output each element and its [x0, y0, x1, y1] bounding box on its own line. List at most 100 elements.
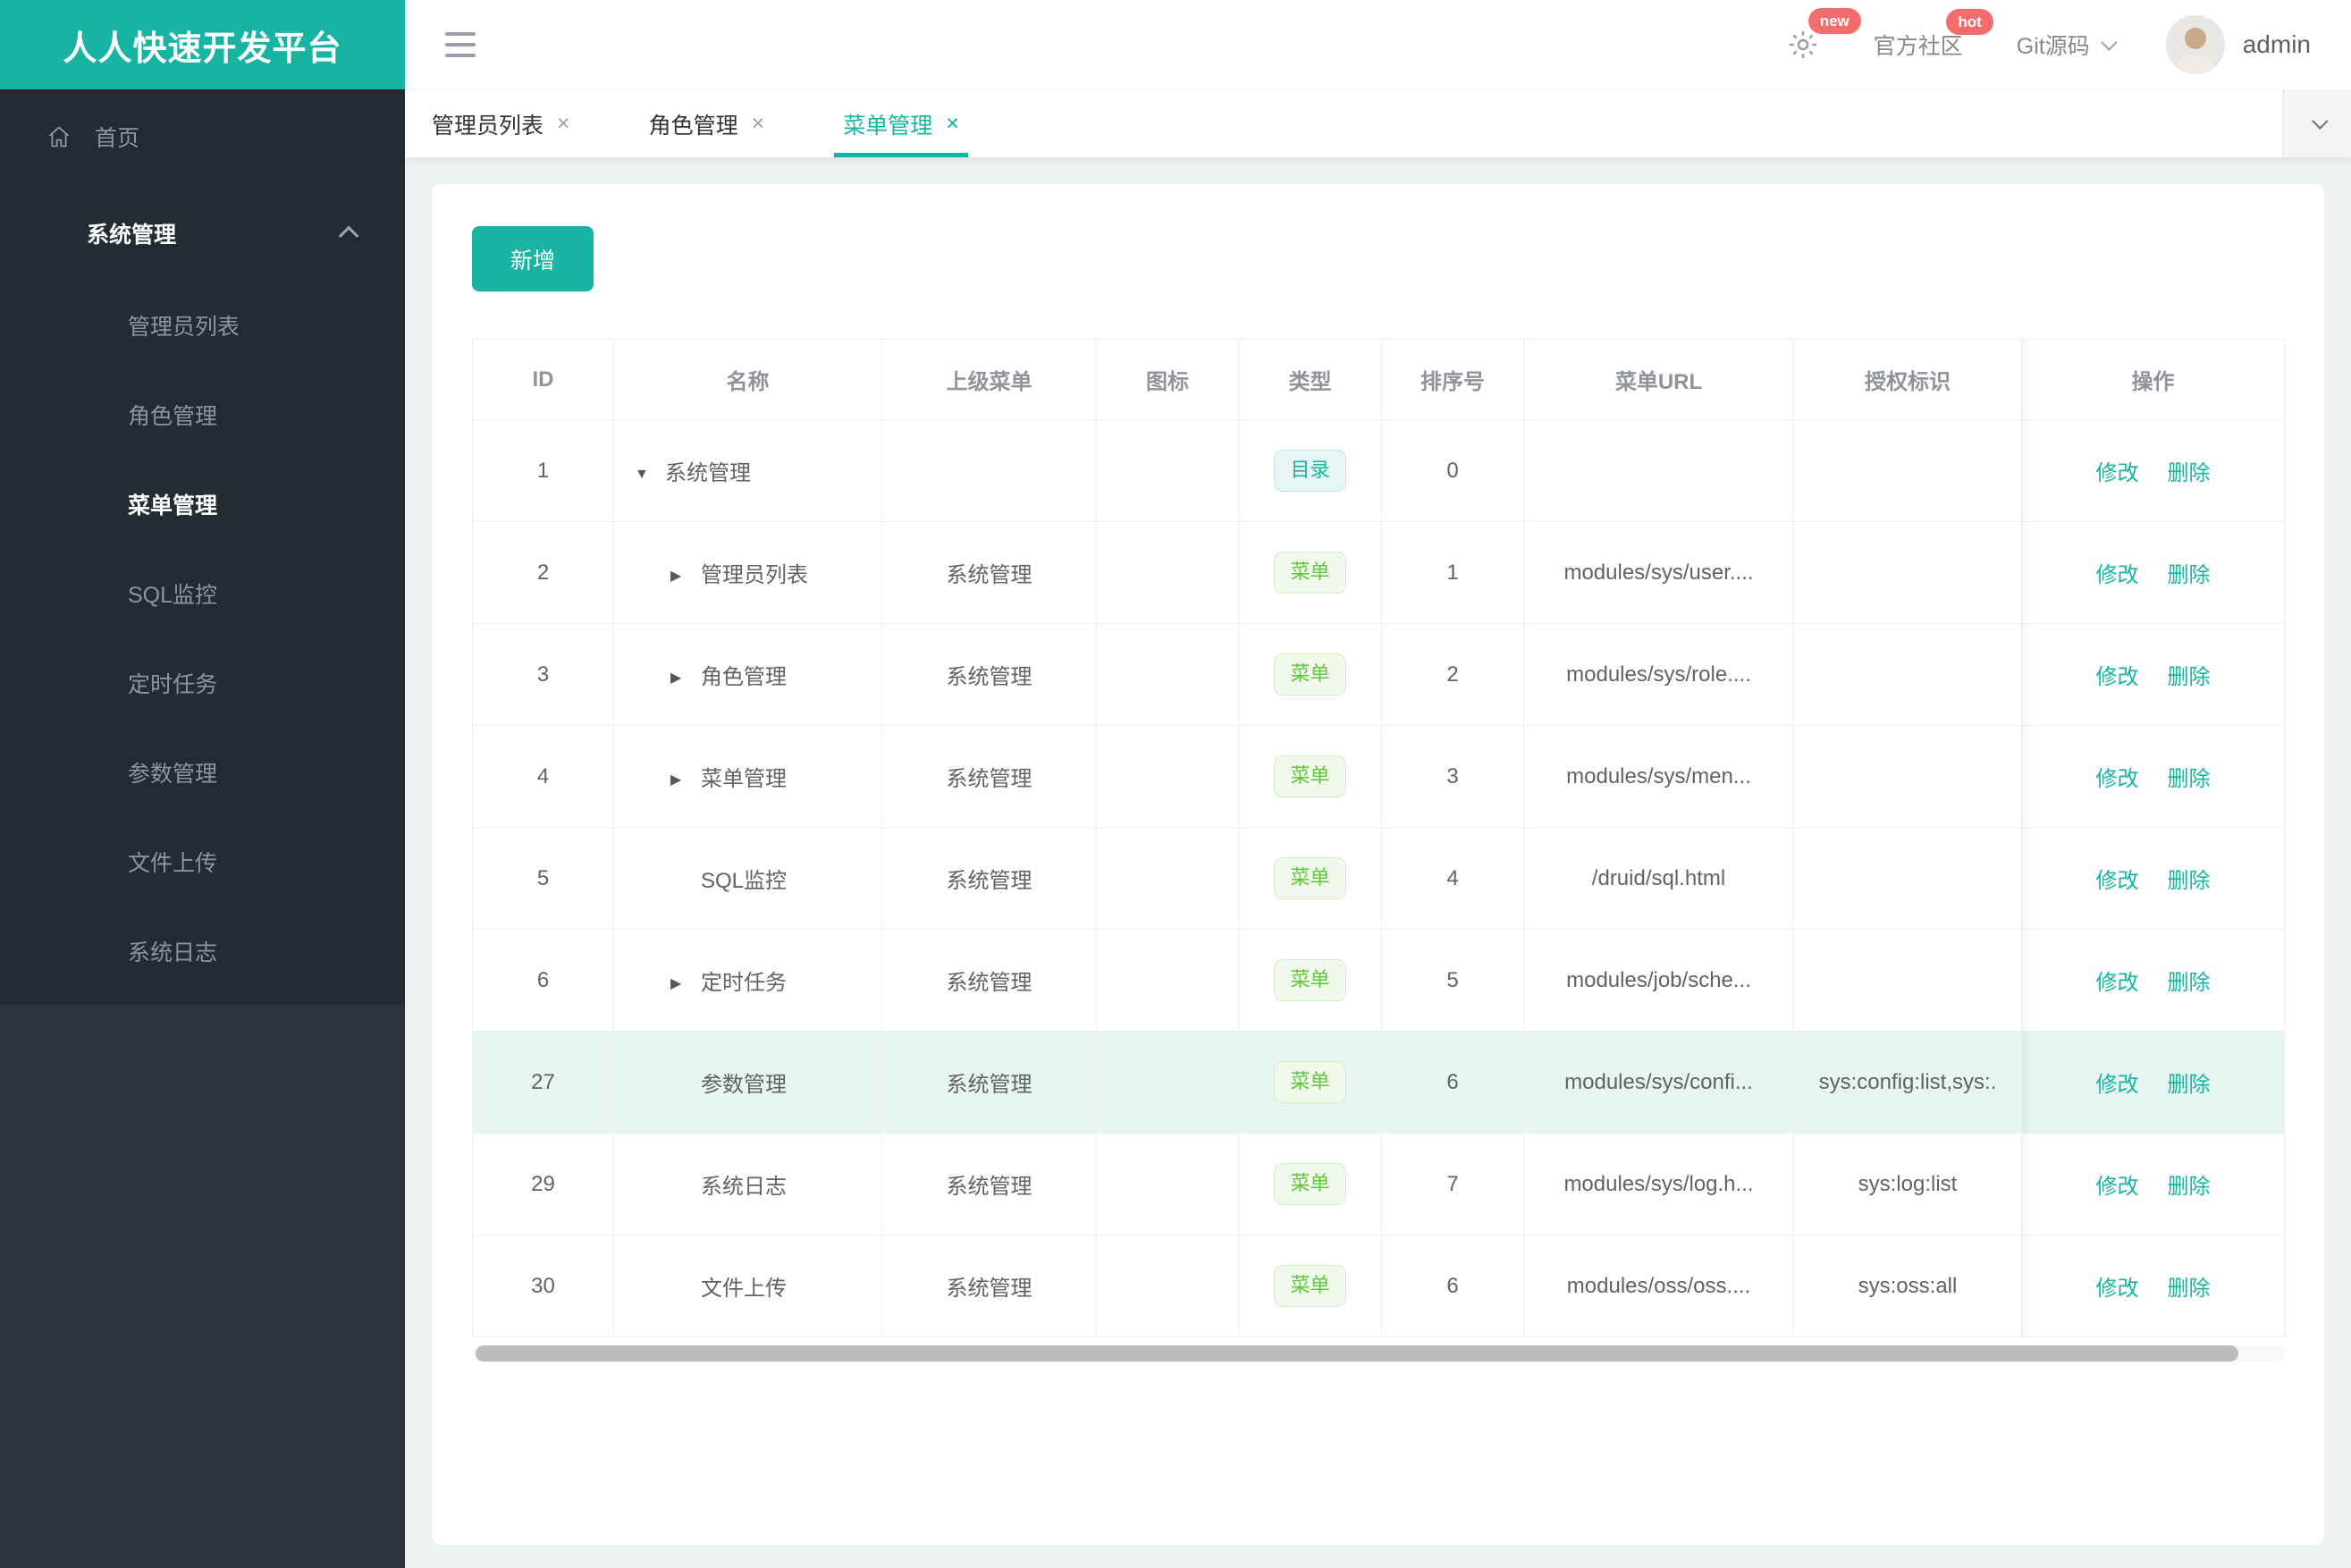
tab-admin-list[interactable]: 管理员列表 ×	[432, 90, 570, 157]
tab-menu-mgmt[interactable]: 菜单管理 ×	[834, 90, 968, 157]
delete-link[interactable]: 删除	[2168, 1277, 2211, 1301]
table-row: 30 文件上传 系统管理 菜单 6 modules/oss/oss.... sy…	[472, 1235, 2285, 1337]
delete-link[interactable]: 删除	[2168, 563, 2211, 587]
tab-role-mgmt[interactable]: 角色管理 ×	[649, 90, 765, 157]
hamburger-icon[interactable]	[445, 32, 476, 57]
sidebar-group-label: 系统管理	[87, 223, 177, 248]
cell-parent: 系统管理	[881, 725, 1097, 828]
caret-right-icon[interactable]: ▶	[670, 669, 701, 687]
git-source-menu[interactable]: Git源码	[2017, 29, 2118, 61]
cell-actions: 修改 删除	[2021, 1133, 2285, 1235]
cell-perms	[1793, 419, 2022, 522]
sidebar-item-sql-monitor[interactable]: SQL监控	[0, 551, 405, 640]
settings-menu[interactable]: new	[1786, 8, 1861, 62]
cell-parent: 系统管理	[881, 623, 1097, 726]
cell-id: 27	[472, 1031, 614, 1134]
cell-name: ▼ 系统管理	[613, 419, 882, 522]
cell-icon	[1096, 725, 1239, 828]
caret-right-icon[interactable]: ▶	[670, 771, 701, 788]
sidebar-item-scheduled-tasks[interactable]: 定时任务	[0, 640, 405, 729]
cell-name: 系统日志	[613, 1133, 882, 1235]
cell-perms	[1793, 929, 2022, 1032]
sidebar-item-home[interactable]: 首页	[0, 89, 405, 184]
type-badge: 菜单	[1274, 653, 1346, 695]
edit-link[interactable]: 修改	[2096, 767, 2139, 791]
user-menu[interactable]: admin	[2165, 15, 2311, 74]
avatar	[2165, 15, 2225, 74]
sidebar-item-admin-list[interactable]: 管理员列表	[0, 282, 405, 372]
cell-id: 2	[472, 521, 614, 624]
cell-parent: 系统管理	[881, 827, 1097, 930]
edit-link[interactable]: 修改	[2096, 869, 2139, 893]
col-url: 菜单URL	[1523, 339, 1794, 420]
type-badge: 菜单	[1274, 755, 1346, 797]
cell-type: 菜单	[1238, 827, 1382, 930]
scrollbar-thumb[interactable]	[476, 1345, 2238, 1361]
cell-order: 6	[1381, 1235, 1524, 1337]
cell-type: 菜单	[1238, 1031, 1382, 1134]
edit-link[interactable]: 修改	[2096, 461, 2139, 485]
cell-icon	[1096, 827, 1239, 930]
edit-link[interactable]: 修改	[2096, 1175, 2139, 1199]
delete-link[interactable]: 删除	[2168, 767, 2211, 791]
caret-right-icon[interactable]: ▶	[670, 567, 701, 585]
app-logo: 人人快速开发平台	[0, 0, 405, 89]
delete-link[interactable]: 删除	[2168, 869, 2211, 893]
delete-link[interactable]: 删除	[2168, 971, 2211, 995]
edit-link[interactable]: 修改	[2096, 665, 2139, 689]
table-row: 6 ▶ 定时任务 系统管理 菜单 5 modules/job/sche... 修改…	[472, 929, 2285, 1032]
cell-id: 3	[472, 623, 614, 726]
cell-id: 6	[472, 929, 614, 1032]
cell-perms	[1793, 725, 2022, 828]
table-row: 4 ▶ 菜单管理 系统管理 菜单 3 modules/sys/men... 修改 删…	[472, 725, 2285, 828]
caret-right-icon[interactable]: ▶	[670, 974, 701, 992]
delete-link[interactable]: 删除	[2168, 461, 2211, 485]
col-parent: 上级菜单	[881, 339, 1097, 420]
cell-type: 菜单	[1238, 1133, 1382, 1235]
tab-bar: 管理员列表 × 角色管理 × 菜单管理 ×	[405, 89, 2351, 157]
sidebar: 人人快速开发平台 首页 系统管理 管理员列表 角色管理 菜单管理 SQL监控 定…	[0, 0, 405, 1568]
menu-mgmt-panel: 新增 ID 名称 上级菜单 图标 类型 排序号 菜单URL 授权标识 操作 1 …	[432, 184, 2324, 1545]
edit-link[interactable]: 修改	[2096, 1073, 2139, 1097]
sidebar-menu: 首页 系统管理 管理员列表 角色管理 菜单管理 SQL监控 定时任务 参数管理 …	[0, 89, 405, 1005]
type-badge: 菜单	[1274, 552, 1346, 594]
cell-parent: 系统管理	[881, 929, 1097, 1032]
cell-order: 5	[1381, 929, 1524, 1032]
delete-link[interactable]: 删除	[2168, 665, 2211, 689]
close-icon[interactable]: ×	[752, 111, 765, 137]
cell-icon	[1096, 623, 1239, 726]
edit-link[interactable]: 修改	[2096, 563, 2139, 587]
edit-link[interactable]: 修改	[2096, 1277, 2139, 1301]
sidebar-group-system[interactable]: 系统管理	[0, 184, 405, 282]
chevron-down-icon	[2312, 113, 2329, 130]
cell-name: ▶ 菜单管理	[613, 725, 882, 828]
sidebar-item-file-upload[interactable]: 文件上传	[0, 819, 405, 908]
cell-order: 1	[1381, 521, 1524, 624]
main-area: new 官方社区 hot Git源码 admin 管理员列表 × 角色管理 × …	[405, 0, 2351, 1568]
caret-down-icon[interactable]: ▼	[635, 467, 665, 483]
delete-link[interactable]: 删除	[2168, 1175, 2211, 1199]
sidebar-item-system-log[interactable]: 系统日志	[0, 908, 405, 998]
cell-type: 菜单	[1238, 1235, 1382, 1337]
cell-icon	[1096, 1133, 1239, 1235]
edit-link[interactable]: 修改	[2096, 971, 2139, 995]
sidebar-item-param-mgmt[interactable]: 参数管理	[0, 729, 405, 819]
sidebar-item-role-mgmt[interactable]: 角色管理	[0, 372, 405, 461]
cell-url: /druid/sql.html	[1523, 827, 1794, 930]
sidebar-item-menu-mgmt[interactable]: 菜单管理	[0, 461, 405, 551]
tab-overflow-button[interactable]	[2283, 90, 2351, 157]
add-button[interactable]: 新增	[472, 226, 594, 291]
close-icon[interactable]: ×	[557, 111, 570, 137]
community-link[interactable]: 官方社区 hot	[1874, 9, 1993, 61]
table-row: 1 ▼ 系统管理 目录 0 修改 删除	[472, 419, 2285, 522]
cell-type: 菜单	[1238, 623, 1382, 726]
cell-perms: sys:log:list	[1793, 1133, 2022, 1235]
tab-label: 菜单管理	[843, 113, 933, 139]
cell-actions: 修改 删除	[2021, 623, 2285, 726]
cell-url	[1523, 419, 1794, 522]
delete-link[interactable]: 删除	[2168, 1073, 2211, 1097]
type-badge: 菜单	[1274, 857, 1346, 899]
close-icon[interactable]: ×	[946, 111, 959, 137]
type-badge: 菜单	[1274, 1265, 1346, 1307]
cell-type: 菜单	[1238, 929, 1382, 1032]
